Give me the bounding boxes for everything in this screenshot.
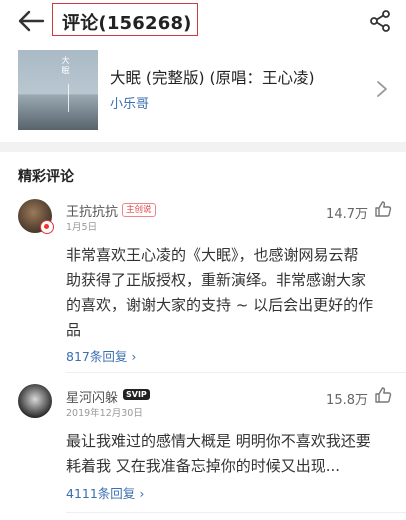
replies-count: 817条回复 (66, 349, 128, 364)
thumbs-up-icon[interactable] (374, 386, 392, 404)
chevron-right-icon: › (131, 349, 137, 364)
netease-badge-icon (40, 220, 54, 234)
artist-name[interactable]: 小乐哥 (110, 93, 149, 112)
comment-text-line: 最让我难过的感情大概是 明明你不喜欢我还要 (66, 432, 371, 450)
comment-date: 1月5日 (66, 222, 98, 233)
song-title: 大眠 (完整版) (原唱：王心凌) (110, 69, 315, 87)
section-divider (0, 142, 406, 152)
comment-username[interactable]: 星河闪躲 (66, 387, 118, 406)
thumbs-up-icon[interactable] (374, 200, 392, 218)
replies-link[interactable]: 817条回复 › (66, 346, 136, 365)
comment-text-line: 的喜欢，谢谢大家的支持 ~ 以后会出更好的作 (66, 296, 374, 314)
comment-username[interactable]: 王抗抗抗 (66, 201, 118, 220)
chevron-right-icon[interactable] (376, 80, 388, 98)
comment-date: 2019年12月30日 (66, 408, 143, 419)
replies-count: 4111条回复 (66, 486, 136, 501)
share-icon[interactable] (368, 9, 392, 33)
comment-text-line: 品 (66, 321, 82, 339)
creator-tag: 主创说 (122, 203, 156, 217)
back-arrow-icon[interactable] (17, 9, 45, 33)
page-title: 评论(156268) (62, 13, 192, 34)
comment-text-line: 非常喜欢王心凌的《大眠》，也感谢网易云帮 (66, 246, 359, 264)
section-title: 精彩评论 (18, 169, 74, 185)
chevron-right-icon: › (139, 486, 145, 501)
avatar[interactable] (18, 384, 52, 418)
comment-text-line: 耗着我 又在我准备忘掉你的时候又出现... (66, 457, 341, 475)
comment-text-line: 助获得了正版授权，重新演绎。非常感谢大家 (66, 271, 367, 289)
song-card[interactable]: 大眠 大眠 (完整版) (原唱：王心凌) 小乐哥 (0, 44, 406, 138)
replies-link[interactable]: 4111条回复 › (66, 483, 144, 502)
comment-divider (66, 372, 406, 373)
header-bar: 评论(156268) (0, 0, 406, 44)
album-cover: 大眠 (18, 50, 98, 130)
cover-title: 大眠 (61, 56, 70, 76)
like-count: 14.7万 (326, 207, 368, 222)
cover-decoration (68, 84, 69, 112)
vip-badge: SVIP (123, 389, 150, 400)
comment-divider (66, 512, 406, 513)
like-count: 15.8万 (326, 393, 368, 408)
